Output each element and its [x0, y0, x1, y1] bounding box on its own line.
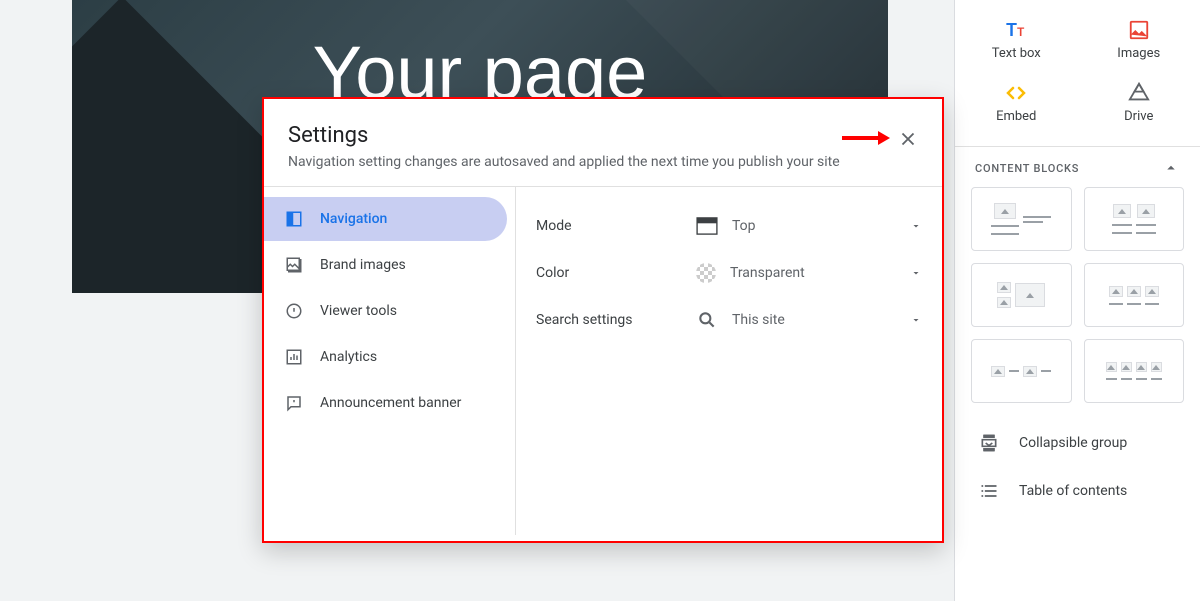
- modal-title: Settings: [288, 123, 918, 148]
- setting-row-color: Color Transparent: [536, 249, 922, 297]
- sidebar-item-label: Viewer tools: [320, 303, 397, 319]
- svg-text:T: T: [1017, 25, 1025, 39]
- brand-images-icon: [284, 255, 304, 275]
- modal-content: Mode Top Color Transparent: [516, 187, 942, 535]
- search-dropdown[interactable]: This site: [696, 311, 922, 329]
- annotation-arrow: [842, 128, 890, 148]
- navigation-icon: [284, 209, 304, 229]
- tool-label: Embed: [996, 109, 1036, 124]
- images-icon: [1127, 18, 1151, 42]
- modal-header: Settings Navigation setting changes are …: [264, 99, 942, 187]
- setting-row-mode: Mode Top: [536, 203, 922, 249]
- sidebar-item-analytics[interactable]: Analytics: [264, 335, 507, 379]
- tool-label: Text box: [992, 46, 1041, 61]
- toc-icon: [979, 481, 999, 501]
- sidebar-item-announcement[interactable]: Announcement banner: [264, 381, 507, 425]
- chevron-down-icon: [910, 220, 922, 232]
- embed-tool[interactable]: Embed: [955, 71, 1078, 134]
- analytics-icon: [284, 347, 304, 367]
- setting-value-text: Top: [732, 218, 756, 234]
- block-template-6[interactable]: [1084, 339, 1185, 403]
- sidebar-item-label: Brand images: [320, 257, 406, 273]
- block-template-2[interactable]: [1084, 187, 1185, 251]
- color-dropdown[interactable]: Transparent: [696, 263, 922, 283]
- setting-label: Color: [536, 265, 696, 281]
- sidebar-item-label: Announcement banner: [320, 395, 461, 411]
- drive-tool[interactable]: Drive: [1078, 71, 1200, 134]
- tool-label: Drive: [1124, 109, 1153, 124]
- tool-label: Images: [1117, 46, 1160, 61]
- sidebar-item-viewer-tools[interactable]: Viewer tools: [264, 289, 507, 333]
- mode-dropdown[interactable]: Top: [696, 217, 922, 235]
- images-tool[interactable]: Images: [1078, 8, 1200, 71]
- modal-sidebar: Navigation Brand images Viewer tools Ana…: [264, 187, 516, 535]
- insert-item-label: Collapsible group: [1019, 435, 1127, 451]
- announcement-icon: [284, 393, 304, 413]
- block-template-5[interactable]: [971, 339, 1072, 403]
- block-template-4[interactable]: [1084, 263, 1185, 327]
- textbox-icon: TT: [1004, 18, 1028, 42]
- insert-list: Collapsible group Table of contents: [955, 403, 1200, 515]
- embed-icon: [1004, 81, 1028, 105]
- search-icon: [696, 311, 718, 329]
- settings-modal: Settings Navigation setting changes are …: [262, 97, 944, 543]
- chevron-down-icon: [910, 314, 922, 326]
- block-template-1[interactable]: [971, 187, 1072, 251]
- transparent-swatch-icon: [696, 263, 716, 283]
- setting-label: Mode: [536, 218, 696, 234]
- content-blocks-header[interactable]: CONTENT BLOCKS: [955, 146, 1200, 187]
- collapsible-icon: [979, 433, 999, 453]
- modal-subtitle: Navigation setting changes are autosaved…: [288, 154, 918, 170]
- sidebar-item-navigation[interactable]: Navigation: [264, 197, 507, 241]
- sidebar-item-brand-images[interactable]: Brand images: [264, 243, 507, 287]
- setting-value-text: Transparent: [730, 265, 805, 281]
- toc-item[interactable]: Table of contents: [955, 467, 1200, 515]
- section-title: CONTENT BLOCKS: [975, 162, 1079, 175]
- textbox-tool[interactable]: TT Text box: [955, 8, 1078, 71]
- insert-item-label: Table of contents: [1019, 483, 1127, 499]
- collapsible-group-item[interactable]: Collapsible group: [955, 419, 1200, 467]
- sidebar-item-label: Navigation: [320, 211, 387, 227]
- chevron-up-icon: [1162, 159, 1180, 177]
- chevron-down-icon: [910, 267, 922, 279]
- sidebar-item-label: Analytics: [320, 349, 377, 365]
- close-icon: [897, 128, 919, 150]
- drive-icon: [1127, 81, 1151, 105]
- content-blocks-grid: [955, 187, 1200, 403]
- close-button[interactable]: [892, 123, 924, 155]
- svg-text:T: T: [1006, 20, 1017, 41]
- setting-label: Search settings: [536, 312, 696, 328]
- setting-row-search: Search settings This site: [536, 297, 922, 343]
- mode-icon: [696, 217, 718, 235]
- insert-panel: TT Text box Images Embed Drive CONTENT B…: [954, 0, 1200, 601]
- modal-body: Navigation Brand images Viewer tools Ana…: [264, 187, 942, 535]
- block-template-3[interactable]: [971, 263, 1072, 327]
- setting-value-text: This site: [732, 312, 785, 328]
- insert-tools-grid: TT Text box Images Embed Drive: [955, 0, 1200, 146]
- viewer-tools-icon: [284, 301, 304, 321]
